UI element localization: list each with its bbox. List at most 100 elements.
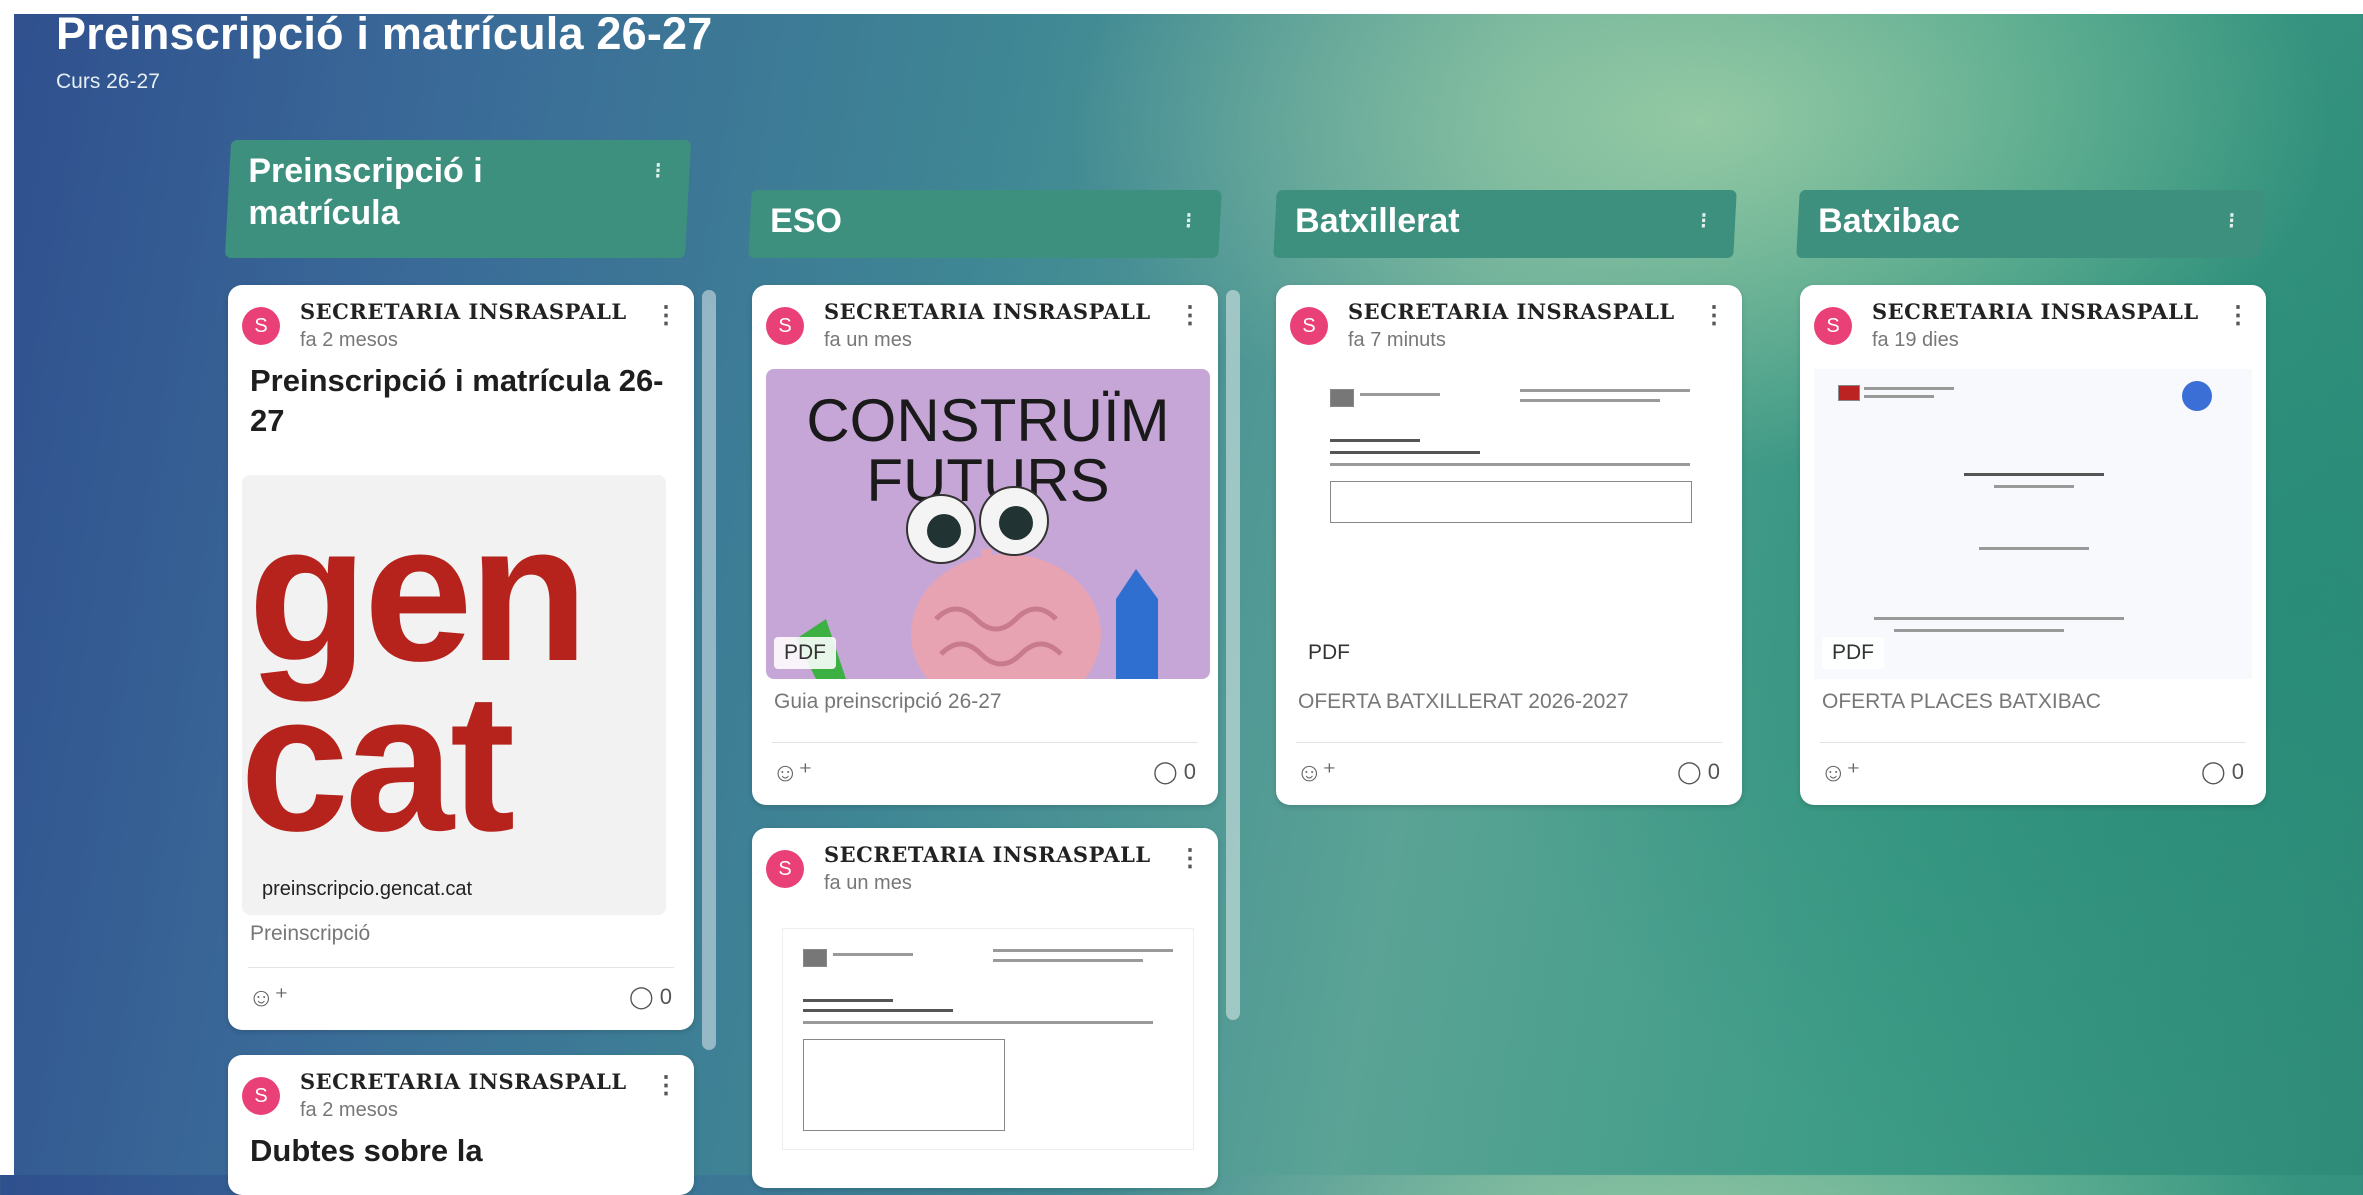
post-card[interactable]: S SECRETARIA INSRASPALL fa 19 dies ⋮ PDF…: [1800, 285, 2266, 805]
post-header: S SECRETARIA INSRASPALL fa 19 dies ⋮: [1800, 285, 2266, 361]
comment-count[interactable]: ◯ 0: [2201, 759, 2244, 785]
column-header-eso[interactable]: ESO ⁝: [748, 190, 1222, 258]
brain-illustration: [796, 486, 1158, 679]
doc-line: [1330, 463, 1690, 466]
doc-line: [1360, 393, 1440, 396]
avatar[interactable]: S: [1290, 307, 1328, 345]
more-vertical-icon[interactable]: ⋮: [1178, 301, 1202, 330]
attachment-caption: OFERTA PLACES BATXIBAC: [1822, 690, 2101, 713]
doc-line: [1520, 399, 1660, 402]
doc-logo: [1838, 385, 1860, 401]
more-vertical-icon[interactable]: ⋮: [1178, 844, 1202, 873]
attachment-preview[interactable]: CONSTRUÏM FUTURS PDF: [766, 369, 1210, 679]
column-header-preinscripcio[interactable]: Preinscripció i matrícula ⁝: [224, 140, 692, 258]
add-reaction-icon[interactable]: ☺⁺: [1296, 757, 1336, 788]
doc-logo: [1330, 389, 1354, 407]
add-reaction-icon[interactable]: ☺⁺: [772, 757, 812, 788]
doc-line: [1520, 389, 1690, 392]
post-author: SECRETARIA INSRASPALL: [300, 299, 627, 324]
doc-table: [803, 1039, 1005, 1131]
comment-count-value: 0: [1183, 759, 1196, 784]
avatar[interactable]: S: [1814, 307, 1852, 345]
post-time: fa 7 minuts: [1348, 329, 1446, 351]
document-thumbnail[interactable]: [782, 928, 1194, 1150]
avatar[interactable]: S: [242, 1077, 280, 1115]
post-footer: ☺⁺ ◯ 0: [1276, 743, 1742, 805]
doc-line: [1894, 629, 2064, 632]
post-header: S SECRETARIA INSRASPALL fa 2 mesos ⋮: [228, 285, 694, 361]
column-scrollbar[interactable]: [1226, 290, 1240, 1020]
comment-count[interactable]: ◯ 0: [1153, 759, 1196, 785]
post-card[interactable]: S SECRETARIA INSRASPALL fa 2 mesos ⋮ Dub…: [228, 1055, 694, 1195]
post-card[interactable]: S SECRETARIA INSRASPALL fa un mes ⋮ CONS…: [752, 285, 1218, 805]
document-thumbnail[interactable]: PDF: [1290, 369, 1728, 679]
post-card[interactable]: S SECRETARIA INSRASPALL fa 7 minuts ⋮ PD…: [1276, 285, 1742, 805]
comment-icon: ◯: [1677, 759, 1702, 784]
doc-line: [1994, 485, 2074, 488]
post-header: S SECRETARIA INSRASPALL fa un mes ⋮: [752, 828, 1218, 904]
column-title: Batxibac: [1818, 202, 1960, 240]
doc-line: [993, 949, 1173, 952]
doc-line: [803, 999, 893, 1002]
doc-line: [1864, 395, 1934, 398]
doc-line: [1864, 387, 1954, 390]
post-title: Preinscripció i matrícula 26-27: [250, 363, 664, 438]
column-menu-icon[interactable]: ⁝: [653, 150, 662, 192]
post-card[interactable]: S SECRETARIA INSRASPALL fa un mes ⋮: [752, 828, 1218, 1188]
comment-count-value: 0: [659, 984, 672, 1009]
comment-icon: ◯: [2201, 759, 2226, 784]
link-url: preinscripcio.gencat.cat: [262, 878, 473, 900]
attachment-caption: OFERTA BATXILLERAT 2026-2027: [1298, 690, 1629, 713]
file-type-badge: PDF: [774, 637, 836, 669]
more-vertical-icon[interactable]: ⋮: [654, 301, 678, 330]
doc-line: [1874, 617, 2124, 620]
more-vertical-icon[interactable]: ⋮: [1702, 301, 1726, 330]
school-logo-icon: [2182, 381, 2212, 411]
post-header: S SECRETARIA INSRASPALL fa un mes ⋮: [752, 285, 1218, 361]
doc-table: [1330, 481, 1692, 523]
post-card[interactable]: S SECRETARIA INSRASPALL fa 2 mesos ⋮ Pre…: [228, 285, 694, 1030]
column-title: Preinscripció i matrícula: [248, 152, 483, 232]
board-subtitle: Curs 26-27: [56, 70, 160, 93]
doc-line: [1979, 547, 2089, 550]
avatar[interactable]: S: [766, 850, 804, 888]
doc-line: [1330, 439, 1420, 442]
add-reaction-icon[interactable]: ☺⁺: [1820, 757, 1860, 788]
post-author: SECRETARIA INSRASPALL: [1348, 299, 1675, 324]
file-type-badge: PDF: [1298, 637, 1360, 669]
comment-icon: ◯: [629, 984, 654, 1009]
more-vertical-icon[interactable]: ⋮: [654, 1071, 678, 1100]
column-scrollbar[interactable]: [702, 290, 716, 1050]
comment-count[interactable]: ◯ 0: [629, 984, 672, 1010]
post-author: SECRETARIA INSRASPALL: [1872, 299, 2199, 324]
post-footer: ☺⁺ ◯ 0: [752, 743, 1218, 805]
board-title: Preinscripció i matrícula 26-27: [56, 8, 713, 59]
add-reaction-icon[interactable]: ☺⁺: [248, 982, 288, 1013]
post-time: fa un mes: [824, 329, 912, 351]
post-header: S SECRETARIA INSRASPALL fa 2 mesos ⋮: [228, 1055, 694, 1131]
post-time: fa 2 mesos: [300, 1099, 398, 1121]
comment-count-value: 0: [2231, 759, 2244, 784]
post-footer: ☺⁺ ◯ 0: [1800, 743, 2266, 805]
post-author: SECRETARIA INSRASPALL: [300, 1069, 627, 1094]
post-header: S SECRETARIA INSRASPALL fa 7 minuts ⋮: [1276, 285, 1742, 361]
comment-count[interactable]: ◯ 0: [1677, 759, 1720, 785]
column-title: Batxillerat: [1295, 202, 1460, 240]
post-time: fa 2 mesos: [300, 329, 398, 351]
comment-count-value: 0: [1707, 759, 1720, 784]
avatar[interactable]: S: [242, 307, 280, 345]
document-thumbnail[interactable]: PDF: [1814, 369, 2252, 679]
link-preview[interactable]: gen cat preinscripcio.gencat.cat: [242, 475, 666, 915]
column-title: ESO: [770, 202, 842, 240]
more-vertical-icon[interactable]: ⋮: [2226, 301, 2250, 330]
window-left-edge: [0, 0, 14, 1175]
comment-icon: ◯: [1153, 759, 1178, 784]
column-header-batxillerat[interactable]: Batxillerat ⁝: [1273, 190, 1737, 258]
doc-logo: [803, 949, 827, 967]
avatar[interactable]: S: [766, 307, 804, 345]
doc-line: [803, 1021, 1153, 1024]
doc-line: [1330, 451, 1480, 454]
post-title: Dubtes sobre la: [250, 1133, 483, 1168]
post-time: fa un mes: [824, 872, 912, 894]
column-header-batxibac[interactable]: Batxibac ⁝: [1796, 190, 2265, 258]
